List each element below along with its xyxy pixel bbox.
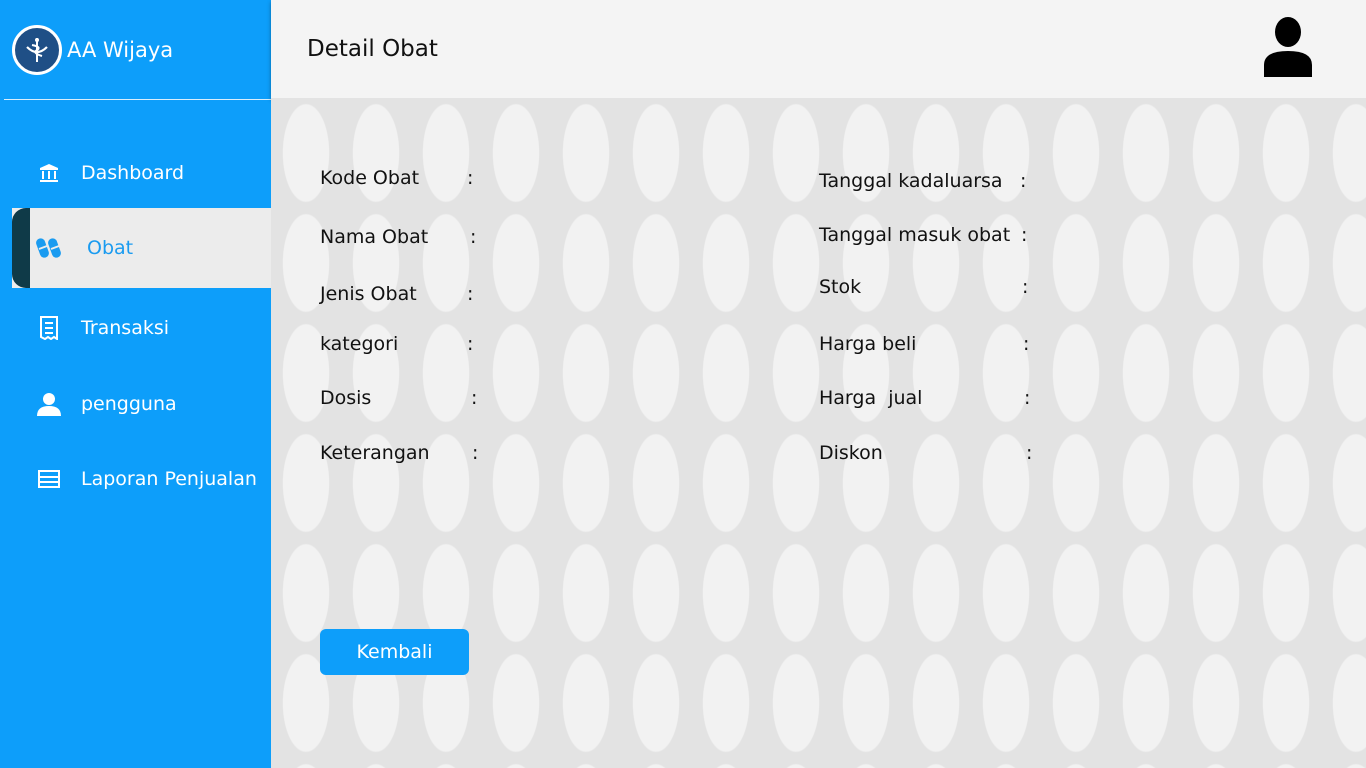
colon: : bbox=[471, 387, 478, 409]
colon: : bbox=[470, 226, 477, 248]
back-button[interactable]: Kembali bbox=[320, 629, 469, 675]
colon: : bbox=[1020, 170, 1027, 192]
active-indicator bbox=[12, 208, 30, 288]
brand-name: AA Wijaya bbox=[67, 38, 174, 62]
sidebar-item-pengguna[interactable]: pengguna bbox=[0, 366, 271, 442]
report-icon bbox=[36, 466, 62, 492]
pills-icon bbox=[36, 235, 62, 261]
label-kode-obat: Kode Obat bbox=[320, 167, 420, 189]
user-avatar-icon[interactable] bbox=[1264, 17, 1312, 77]
sidebar-item-label: Transaksi bbox=[81, 317, 170, 339]
label-dosis: Dosis bbox=[320, 387, 372, 409]
colon: : bbox=[467, 167, 474, 189]
receipt-icon bbox=[36, 315, 62, 341]
label-kategori: kategori bbox=[320, 333, 399, 355]
sidebar-item-transaksi[interactable]: Transaksi bbox=[0, 290, 271, 366]
bank-icon bbox=[36, 160, 62, 186]
label-stok: Stok bbox=[819, 276, 862, 298]
sidebar-item-label: Dashboard bbox=[81, 162, 185, 184]
sidebar-item-obat[interactable]: Obat bbox=[12, 208, 271, 288]
sidebar: AA Wijaya Dashboard Obat Transaksi pengg… bbox=[0, 0, 271, 768]
brand[interactable]: AA Wijaya bbox=[0, 0, 271, 100]
colon: : bbox=[1026, 442, 1033, 464]
detail-panel: Kode Obat : Nama Obat : Jenis Obat : kat… bbox=[271, 98, 1366, 768]
user-icon bbox=[36, 391, 62, 417]
label-diskon: Diskon bbox=[819, 442, 883, 464]
label-harga-jual: Harga jual bbox=[819, 387, 923, 409]
label-jenis-obat: Jenis Obat bbox=[320, 283, 417, 305]
colon: : bbox=[1021, 224, 1028, 246]
label-tanggal-masuk-obat: Tanggal masuk obat bbox=[819, 224, 1011, 246]
label-tanggal-kadaluarsa: Tanggal kadaluarsa bbox=[819, 170, 1003, 192]
colon: : bbox=[1023, 333, 1030, 355]
top-header: Detail Obat bbox=[271, 0, 1366, 98]
colon: : bbox=[1022, 276, 1029, 298]
label-nama-obat: Nama Obat bbox=[320, 226, 429, 248]
sidebar-divider bbox=[4, 99, 271, 100]
colon: : bbox=[467, 283, 474, 305]
colon: : bbox=[467, 333, 474, 355]
label-harga-beli: Harga beli bbox=[819, 333, 917, 355]
sidebar-item-laporan[interactable]: Laporan Penjualan bbox=[0, 441, 271, 517]
sidebar-item-label: pengguna bbox=[81, 393, 177, 415]
colon: : bbox=[1024, 387, 1031, 409]
pharmacy-logo-icon bbox=[12, 25, 62, 75]
sidebar-item-label: Laporan Penjualan bbox=[81, 468, 257, 490]
page-title: Detail Obat bbox=[307, 36, 438, 62]
colon: : bbox=[472, 442, 479, 464]
label-keterangan: Keterangan bbox=[320, 442, 430, 464]
sidebar-item-dashboard[interactable]: Dashboard bbox=[0, 135, 271, 211]
sidebar-item-label: Obat bbox=[87, 237, 134, 259]
